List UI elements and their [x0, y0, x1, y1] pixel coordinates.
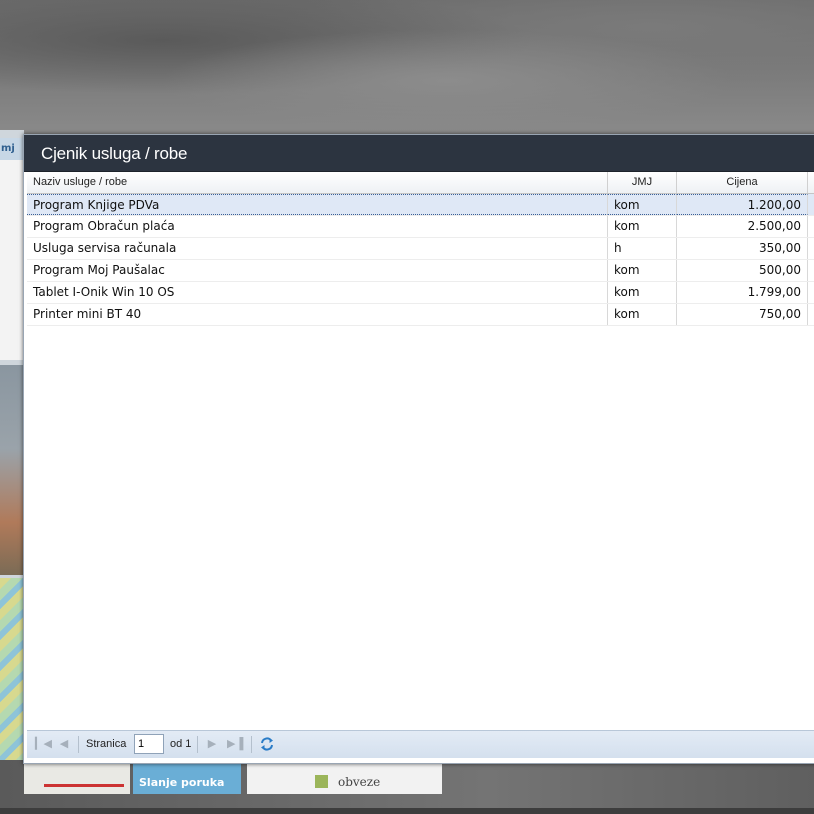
background-tile-messages: Slanje poruka — [133, 762, 241, 794]
cell-name: Program Obračun plaća — [27, 216, 608, 237]
paging-toolbar: ▎◀ ◀ Stranica od 1 ▶ ▶▐ — [27, 730, 814, 758]
cell-name: Usluga servisa računala — [27, 238, 608, 259]
background-left-tab-text: mj — [1, 143, 15, 154]
page-number-input[interactable] — [134, 734, 164, 754]
background-photo — [0, 0, 814, 135]
cell-unit: kom — [608, 216, 677, 237]
cell-price: 350,00 — [677, 238, 808, 259]
cell-price: 2.500,00 — [677, 216, 808, 237]
table-row[interactable]: Program Moj Paušalac kom 500,00 — [27, 260, 814, 282]
grid-body: Program Knjige PDVa kom 1.200,00 Program… — [27, 194, 814, 326]
toolbar-separator — [78, 736, 79, 753]
background-tile-map — [24, 762, 130, 794]
column-header-unit[interactable]: JMJ — [608, 172, 677, 193]
column-header-price[interactable]: Cijena — [677, 172, 808, 193]
next-page-icon[interactable]: ▶ — [205, 737, 219, 751]
toolbar-separator — [197, 736, 198, 753]
dialog-header[interactable]: Cjenik usluga / robe — [24, 135, 814, 172]
page-label: Stranica — [86, 738, 127, 750]
background-left-tab: mj — [0, 138, 24, 160]
toolbar-separator — [251, 736, 252, 753]
cell-unit: kom — [608, 260, 677, 281]
table-row[interactable]: Program Knjige PDVa kom 1.200,00 — [27, 194, 814, 216]
legend-swatch — [315, 775, 328, 788]
column-header-name[interactable]: Naziv usluge / robe — [27, 172, 608, 193]
previous-page-icon[interactable]: ◀ — [57, 737, 71, 751]
background-tile-obligations-label: obveze — [338, 775, 381, 789]
table-row[interactable]: Printer mini BT 40 kom 750,00 — [27, 304, 814, 326]
background-bottom-bar — [0, 808, 814, 814]
cell-name: Tablet I-Onik Win 10 OS — [27, 282, 608, 303]
background-left-chart — [0, 160, 24, 360]
page-count-label: od 1 — [170, 738, 192, 750]
table-row[interactable]: Tablet I-Onik Win 10 OS kom 1.799,00 — [27, 282, 814, 304]
background-left-photo — [0, 365, 24, 575]
cell-price: 500,00 — [677, 260, 808, 281]
cell-name: Program Moj Paušalac — [27, 260, 608, 281]
table-row[interactable]: Program Obračun plaća kom 2.500,00 — [27, 216, 814, 238]
background-tile-messages-label: Slanje poruka — [139, 776, 225, 789]
cell-price: 1.200,00 — [677, 194, 808, 215]
price-list-dialog: Cjenik usluga / robe Naziv usluge / robe… — [23, 134, 814, 764]
cell-price: 750,00 — [677, 304, 808, 325]
table-row[interactable]: Usluga servisa računala h 350,00 — [27, 238, 814, 260]
cell-unit: kom — [608, 194, 677, 215]
cell-unit: h — [608, 238, 677, 259]
grid-header: Naziv usluge / robe JMJ Cijena — [27, 172, 814, 194]
cell-unit: kom — [608, 304, 677, 325]
cell-name: Printer mini BT 40 — [27, 304, 608, 325]
background-map-line — [44, 784, 124, 787]
cell-name: Program Knjige PDVa — [27, 194, 608, 215]
cell-unit: kom — [608, 282, 677, 303]
last-page-icon[interactable]: ▶▐ — [227, 737, 243, 751]
cell-price: 1.799,00 — [677, 282, 808, 303]
background-tile-obligations: obveze — [247, 762, 442, 794]
refresh-icon[interactable] — [259, 736, 275, 752]
dialog-title: Cjenik usluga / robe — [41, 144, 188, 163]
first-page-icon[interactable]: ▎◀ — [35, 737, 52, 751]
